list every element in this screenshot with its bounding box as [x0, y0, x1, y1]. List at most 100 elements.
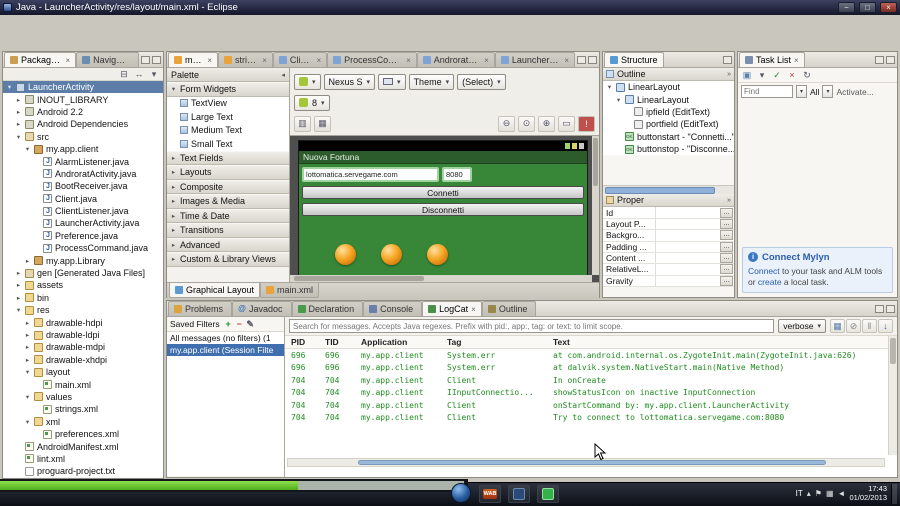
expand-caret-icon[interactable]: ▸	[24, 257, 31, 265]
property-editor-button[interactable]	[720, 253, 733, 263]
editor-mode-tab[interactable]: Graphical Layout	[169, 283, 260, 298]
outline-item[interactable]: buttonstop - "Disconne..."	[603, 143, 734, 155]
tree-item[interactable]: ▾xml	[3, 416, 163, 428]
palette-entry[interactable]: ▸Advanced	[167, 238, 289, 253]
tree-item[interactable]: ▸drawable-hdpi	[3, 316, 163, 328]
palette-entry[interactable]: ▸Images & Media	[167, 194, 289, 209]
view-tab[interactable]: Package E×	[4, 52, 76, 67]
close-view-icon[interactable]: ×	[66, 56, 71, 65]
tree-item[interactable]: ▸Android Dependencies	[3, 118, 163, 130]
tree-item[interactable]: ▾res	[3, 304, 163, 316]
edit-filter-icon[interactable]: ✎	[245, 319, 256, 330]
expand-caret-icon[interactable]: ▾	[24, 368, 31, 376]
expand-caret-icon[interactable]: ▾	[6, 83, 13, 91]
outline-header[interactable]: Outline »	[603, 68, 734, 81]
console-view-tab[interactable]: Declaration	[292, 301, 364, 316]
flag-icon[interactable]: ⚑	[815, 490, 822, 498]
logcat-search-input[interactable]	[289, 319, 774, 333]
taskbar-app-wab[interactable]: WAB	[479, 485, 501, 503]
view-tab[interactable]: Navigator	[76, 52, 139, 67]
close-tab-icon[interactable]: ×	[207, 56, 212, 65]
device-combo[interactable]: Nexus S	[324, 74, 376, 90]
logcat-vertical-scrollbar[interactable]	[888, 336, 897, 455]
console-view-tab[interactable]: Outline	[482, 301, 537, 316]
console-view-tab[interactable]: Problems	[168, 301, 232, 316]
volume-icon[interactable]: ◄	[838, 490, 846, 498]
outline-item[interactable]: buttonstart - "Connetti..."	[603, 131, 734, 143]
expand-caret-icon[interactable]: ▸	[15, 120, 22, 128]
minimize-view-icon[interactable]	[875, 305, 884, 313]
logcat-row[interactable]: 704 704 my.app.client Client Try to conn…	[285, 412, 897, 425]
palette-entry[interactable]: Medium Text	[167, 124, 289, 138]
property-editor-button[interactable]	[720, 264, 733, 274]
palette-entry[interactable]: Small Text	[167, 137, 289, 151]
tree-item[interactable]: ▾layout	[3, 366, 163, 378]
logcat-horizontal-scrollbar[interactable]	[287, 458, 885, 467]
property-value[interactable]	[655, 276, 720, 286]
autoscroll-icon[interactable]: ↓	[878, 319, 893, 333]
tree-item[interactable]: ▸INOUT_LIBRARY	[3, 93, 163, 105]
canvas-horizontal-scrollbar[interactable]	[290, 275, 592, 282]
clock[interactable]: 17:43 01/02/2013	[849, 485, 887, 502]
tree-item[interactable]: Preference.java	[3, 230, 163, 242]
property-row[interactable]: Layout P...	[603, 219, 734, 230]
remove-filter-icon[interactable]: −	[234, 319, 245, 330]
property-row[interactable]: Padding ...	[603, 242, 734, 253]
zoom-fit-icon[interactable]: ▭	[558, 116, 575, 132]
tree-item[interactable]: AndroidManifest.xml	[3, 440, 163, 452]
logcat-row[interactable]: 704 704 my.app.client Client In onCreate	[285, 374, 897, 387]
tree-item[interactable]: ▸drawable-ldpi	[3, 329, 163, 341]
logcat-row[interactable]: 696 696 my.app.client System.err at dalv…	[285, 362, 897, 375]
editor-tab[interactable]: AndroratActivity.jav×	[417, 52, 495, 67]
expand-caret-icon[interactable]: ▸	[15, 281, 22, 289]
logcat-row[interactable]: 704 704 my.app.client Client onStartComm…	[285, 399, 897, 412]
palette-entry[interactable]: ▾Form Widgets	[167, 82, 289, 97]
maximize-button[interactable]: □	[859, 2, 876, 13]
expand-caret-icon[interactable]: ▾	[15, 306, 22, 314]
expand-caret-icon[interactable]: ▾	[24, 393, 31, 401]
scope-combo-icon[interactable]: ▾	[822, 85, 833, 98]
zoom-actual-icon[interactable]: ⊙	[518, 116, 535, 132]
expand-caret-icon[interactable]: ▸	[15, 269, 22, 277]
tree-item[interactable]: strings.xml	[3, 403, 163, 415]
structure-tab[interactable]: Structure	[604, 52, 664, 67]
property-value[interactable]	[655, 207, 720, 217]
property-value[interactable]	[655, 242, 720, 252]
close-view-icon[interactable]: ×	[794, 56, 799, 65]
complete-task-icon[interactable]: ✓	[770, 69, 784, 82]
console-view-tab[interactable]: LogCat×	[422, 301, 482, 316]
tree-item[interactable]: Client.java	[3, 193, 163, 205]
editor-tab[interactable]: LauncherActivity.jav×	[495, 52, 575, 67]
logcat-row[interactable]: 704 704 my.app.client IInputConnectio...…	[285, 387, 897, 400]
start-button[interactable]	[451, 483, 471, 503]
close-button[interactable]: ×	[880, 2, 897, 13]
canvas-size-icon[interactable]: ▦	[314, 116, 331, 132]
property-value[interactable]	[655, 264, 720, 274]
tree-item[interactable]: ▸bin	[3, 292, 163, 304]
render-target-icon[interactable]: !	[578, 116, 595, 132]
tree-item[interactable]: ▸drawable-xhdpi	[3, 354, 163, 366]
tree-item[interactable]: ▾src	[3, 131, 163, 143]
expand-caret-icon[interactable]: ▸	[24, 356, 31, 364]
canvas-vertical-scrollbar[interactable]	[592, 136, 599, 275]
tree-item[interactable]: preferences.xml	[3, 428, 163, 440]
activate-link[interactable]: Activate...	[836, 87, 873, 97]
palette-entry[interactable]: Large Text	[167, 110, 289, 124]
minimize-button[interactable]: −	[838, 2, 855, 13]
property-value[interactable]	[655, 219, 720, 229]
tree-item[interactable]: ▸gen [Generated Java Files]	[3, 267, 163, 279]
activity-combo[interactable]: (Select)	[457, 74, 506, 90]
layout-canvas[interactable]: Nuova Fortuna lottomatica.servegame.com …	[290, 136, 599, 282]
palette-entry[interactable]: ▸Transitions	[167, 223, 289, 238]
tree-item[interactable]: ▾LauncherActivity	[3, 81, 163, 93]
view-menu-icon[interactable]: ▾	[147, 68, 161, 81]
language-indicator[interactable]: IT	[796, 489, 803, 498]
minimize-view-icon[interactable]	[577, 56, 586, 64]
delete-task-icon[interactable]: ×	[785, 69, 799, 82]
palette-entry[interactable]: TextView	[167, 97, 289, 111]
connetti-button[interactable]: Connetti	[302, 186, 584, 199]
zoom-in-icon[interactable]: ⊕	[538, 116, 555, 132]
property-editor-button[interactable]	[720, 208, 733, 218]
task-menu-icon[interactable]: ▾	[755, 69, 769, 82]
outline-item[interactable]: portfield (EditText)	[603, 118, 734, 130]
